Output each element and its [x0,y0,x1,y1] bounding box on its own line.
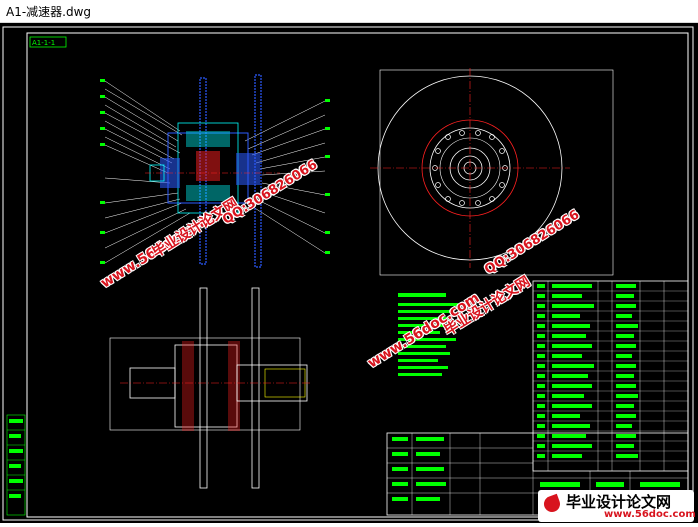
end-view [370,68,614,276]
parts-list [532,280,689,472]
frame-tag: A1-1-1 [32,39,55,47]
logo-url: www.56doc.com [604,509,696,520]
window-title: A1-减速器.dwg [6,5,92,19]
cad-canvas[interactable]: A1-1-1 www.56doc.com 毕业设计论文网 QQ:30682606… [0,23,698,523]
side-notes-block [6,414,26,516]
site-logo: 毕业设计论文网 www.56doc.com [538,490,696,522]
window-titlebar: A1-减速器.dwg [0,0,698,23]
logo-pencil-icon [541,493,563,515]
side-elevation [109,287,310,489]
